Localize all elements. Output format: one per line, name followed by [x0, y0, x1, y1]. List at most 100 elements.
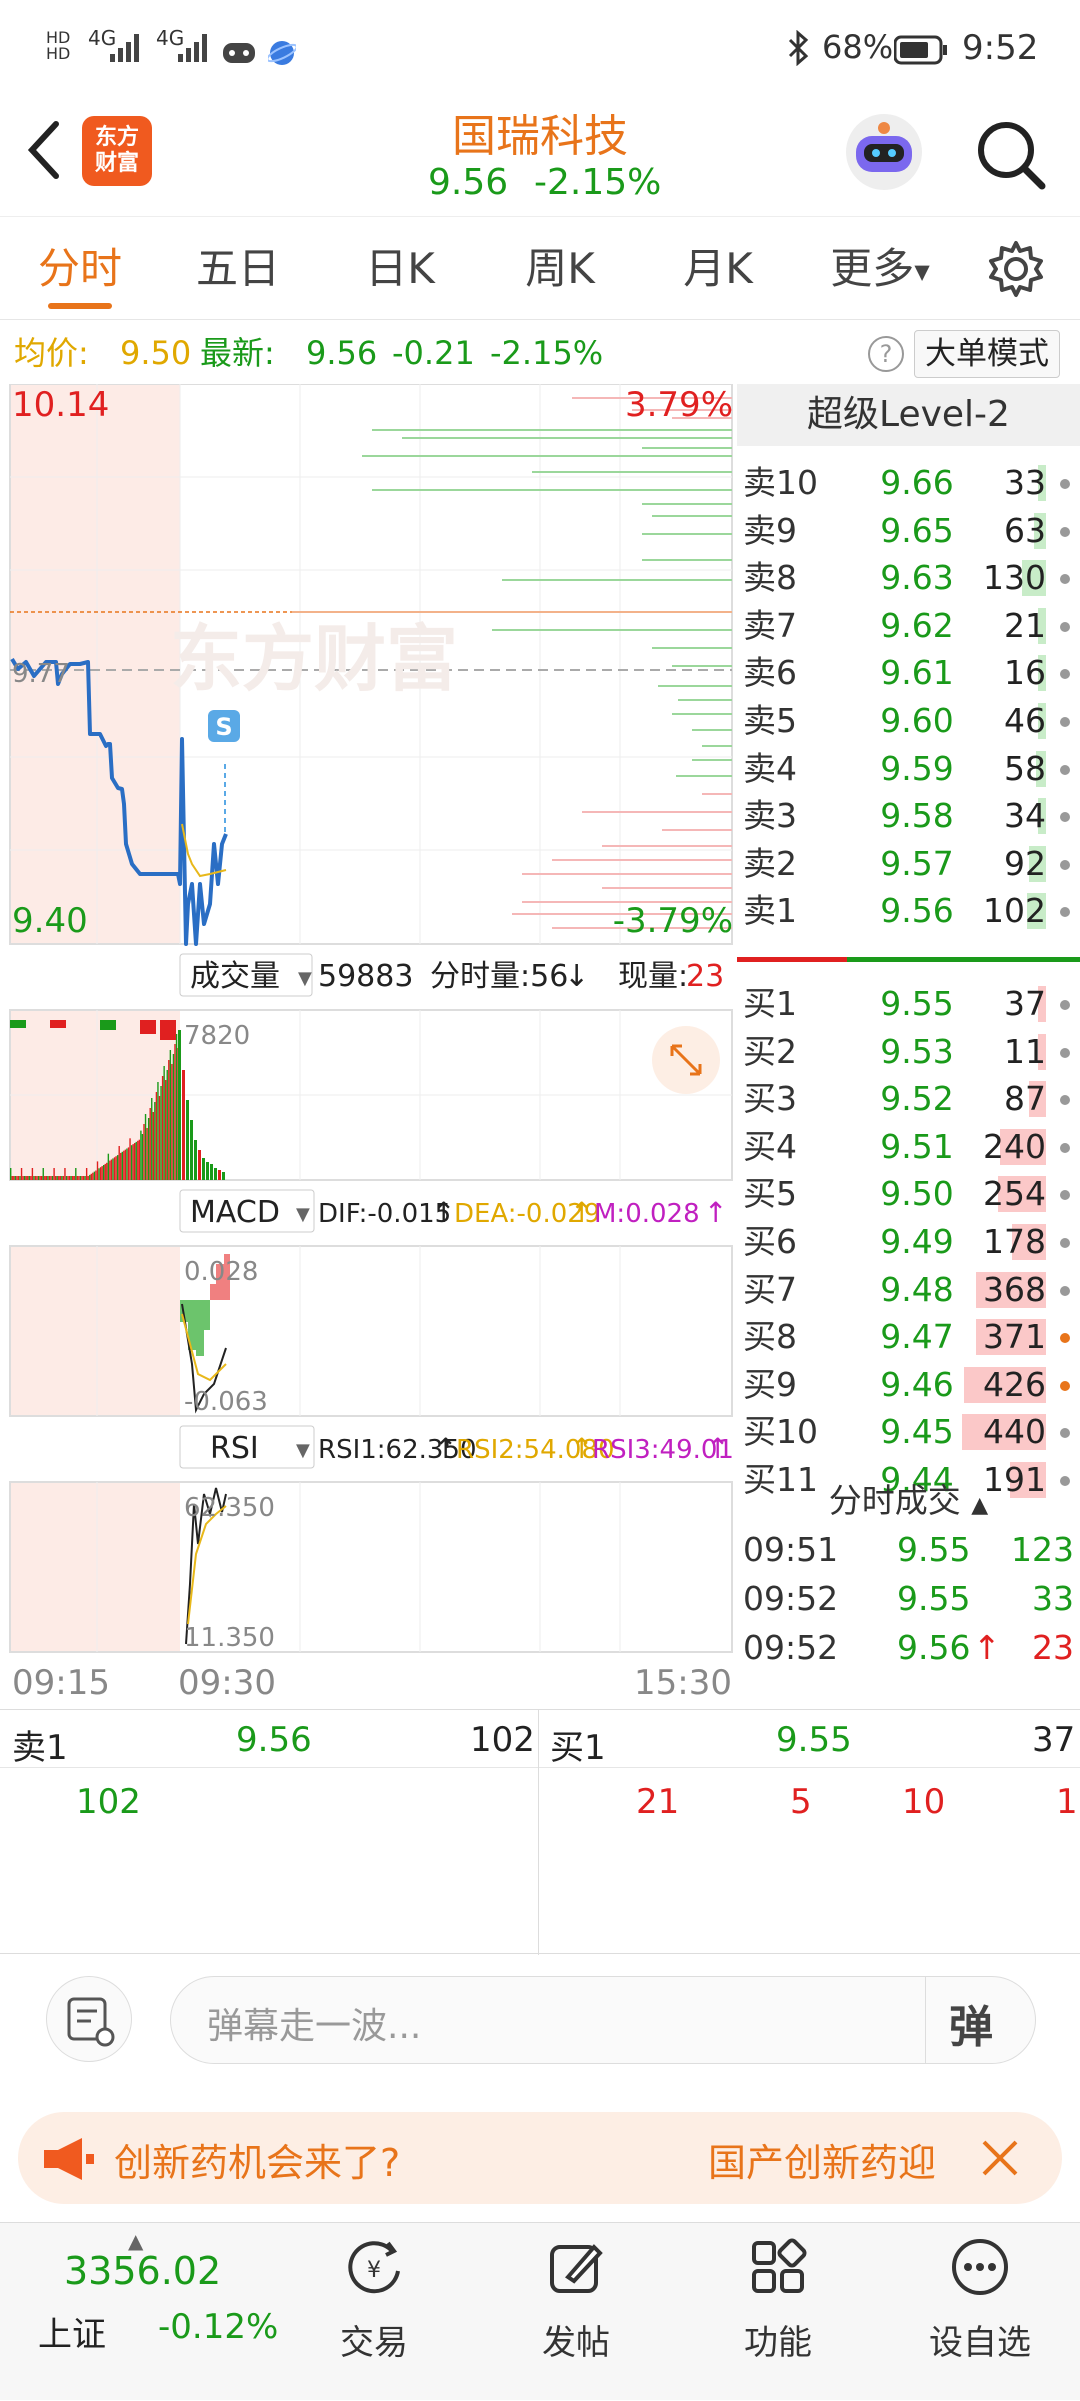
- sell-level-dot: [1060, 574, 1070, 585]
- close-icon[interactable]: [978, 2136, 1022, 2184]
- danmu-send-button[interactable]: 弹: [949, 1991, 993, 2055]
- sell-order-row[interactable]: 卖5 9.60 46: [737, 697, 1080, 745]
- sell-order-row[interactable]: 卖10 9.66 33: [737, 459, 1080, 507]
- tab-five-day[interactable]: 五日: [178, 217, 298, 321]
- buy-level-volume: 178: [983, 1222, 1046, 1261]
- tab-weekly-k[interactable]: 周K: [500, 217, 620, 321]
- volume-bar: [10, 1168, 12, 1180]
- buy-level-volume: 87: [1004, 1079, 1046, 1119]
- volume-bar: [79, 1176, 82, 1180]
- volume-bar: [28, 1176, 30, 1180]
- nav-trade-label: 交易: [340, 2323, 408, 2363]
- volume-bar: [106, 1162, 108, 1180]
- sell-level-price: 9.63: [880, 558, 954, 598]
- buy-order-row[interactable]: 买3 9.52 87: [737, 1075, 1080, 1123]
- buy-order-row[interactable]: 买8 9.47 371: [737, 1313, 1080, 1361]
- buy-order-row[interactable]: 买1 9.55 37: [737, 980, 1080, 1028]
- sell-level-dot: [1060, 859, 1070, 870]
- volume-bar: [109, 1160, 111, 1180]
- volume-bar: [165, 1080, 167, 1180]
- buy-level-label: 买1: [743, 984, 797, 1023]
- order-book-panel: 超级Level-2 卖10 9.66 33 卖9 9.65 63 卖8 9.63 130 卖7 9.…: [737, 384, 1080, 1709]
- buy-level-label: 买8: [743, 1317, 797, 1357]
- volume-bar: [48, 1176, 51, 1180]
- nav-watchlist[interactable]: 设自选: [880, 2223, 1080, 2401]
- volume-bar: [118, 1146, 120, 1180]
- volume-bar: [112, 1158, 114, 1180]
- volume-bar: [96, 1161, 99, 1180]
- danmu-input-box[interactable]: 弹幕走一波... 弹: [170, 1976, 1036, 2064]
- volume-bar: [190, 1120, 193, 1180]
- intraday-chart[interactable]: S 东方财富 10.14 9.77 9.40 3.79% -3.79% 成交量 …: [0, 384, 735, 1709]
- tab-daily-k[interactable]: 日K: [340, 217, 460, 321]
- sell-order-row[interactable]: 卖7 9.62 21: [737, 602, 1080, 650]
- time-start-label: 09:15: [12, 1663, 110, 1703]
- volume-bar: [202, 1158, 205, 1180]
- sell-order-row[interactable]: 卖1 9.56 102: [737, 887, 1080, 935]
- buy-order-row[interactable]: 买4 9.51 240: [737, 1123, 1080, 1171]
- buy-level-dot: [1060, 1000, 1070, 1010]
- danmu-input[interactable]: 弹幕走一波...: [207, 1997, 421, 2049]
- volume-bar: [31, 1168, 34, 1180]
- sell-level-dot: [1060, 621, 1070, 632]
- nav-trade[interactable]: ¥ 交易: [274, 2223, 474, 2401]
- search-icon[interactable]: [974, 118, 1048, 196]
- big-order-mode-button[interactable]: 大单模式: [914, 330, 1060, 378]
- help-icon[interactable]: ?: [868, 336, 904, 372]
- volume-bar: [143, 1124, 145, 1180]
- tab-more[interactable]: 更多▼: [820, 217, 940, 321]
- volume-bar: [37, 1176, 40, 1180]
- sell-level-label: 卖7: [743, 605, 797, 645]
- back-icon[interactable]: [24, 118, 64, 186]
- buy-order-row[interactable]: 买10 9.45 440: [737, 1408, 1080, 1456]
- level2-title[interactable]: 超级Level-2: [737, 384, 1080, 446]
- ref-price-label: 9.77: [12, 659, 70, 689]
- index-change: -0.12%: [158, 2307, 279, 2347]
- buy-level-price: 9.52: [880, 1079, 954, 1119]
- index-ticker[interactable]: ▲ 3356.02 上证 -0.12%: [0, 2223, 278, 2401]
- buy-level-price: 9.51: [880, 1126, 954, 1166]
- sell-order-row[interactable]: 卖8 9.63 130: [737, 554, 1080, 602]
- sell-order-row[interactable]: 卖2 9.57 92: [737, 840, 1080, 888]
- avg-price-label: 均价:: [14, 334, 89, 372]
- tab-intraday[interactable]: 分时: [20, 217, 140, 321]
- volume-bar: [175, 1034, 178, 1180]
- volume-bar: [99, 1167, 102, 1180]
- buy-level-volume: 11: [1004, 1031, 1046, 1071]
- volume-bar: [123, 1150, 125, 1180]
- volume-bar: [68, 1176, 71, 1180]
- settings-gear-icon[interactable]: [986, 239, 1046, 303]
- volume-bar: [93, 1171, 96, 1180]
- bottom-nav: ▲ 3356.02 上证 -0.12% ¥ 交易 发帖 功能 设自选: [0, 2222, 1080, 2400]
- sell-order-row[interactable]: 卖9 9.65 63: [737, 507, 1080, 555]
- danmu-list-button[interactable]: [46, 1976, 132, 2062]
- volume-bar: [11, 1176, 13, 1180]
- nav-functions[interactable]: 功能: [678, 2223, 878, 2401]
- sell-level-price: 9.61: [880, 653, 954, 693]
- sell-order-row[interactable]: 卖4 9.59 58: [737, 745, 1080, 793]
- trade-time: 09:51: [743, 1530, 839, 1569]
- buy-detail-1: 5: [790, 1782, 812, 1822]
- buy-order-row[interactable]: 买9 9.46 426: [737, 1361, 1080, 1409]
- volume-max-label: 7820: [184, 1021, 250, 1051]
- danmu-divider: [925, 1977, 926, 2063]
- more-dots-icon: [952, 2239, 1008, 2295]
- robot-assistant-icon[interactable]: [842, 110, 926, 194]
- sell-order-row[interactable]: 卖6 9.61 16: [737, 649, 1080, 697]
- volume-bar: [27, 1176, 29, 1180]
- buy-level-label: 买7: [743, 1269, 797, 1309]
- ad-banner[interactable]: 创新药机会来了? 国产创新药迎: [18, 2112, 1062, 2204]
- buy-order-row[interactable]: 买5 9.50 254: [737, 1170, 1080, 1218]
- nav-post[interactable]: 发帖: [476, 2223, 676, 2401]
- sell-order-row[interactable]: 卖3 9.58 34: [737, 792, 1080, 840]
- trade-volume: 33: [1032, 1579, 1074, 1618]
- volume-bar: [107, 1153, 110, 1180]
- tab-monthly-k[interactable]: 月K: [658, 217, 778, 321]
- volume-bar: [98, 1168, 100, 1180]
- buy-order-row[interactable]: 买6 9.49 178: [737, 1218, 1080, 1266]
- volume-bar: [140, 1020, 156, 1034]
- buy-level-volume: 37: [1004, 984, 1046, 1023]
- buy-order-row[interactable]: 买2 9.53 11: [737, 1028, 1080, 1076]
- header-price: 9.56: [428, 162, 509, 203]
- buy-order-row[interactable]: 买7 9.48 368: [737, 1266, 1080, 1314]
